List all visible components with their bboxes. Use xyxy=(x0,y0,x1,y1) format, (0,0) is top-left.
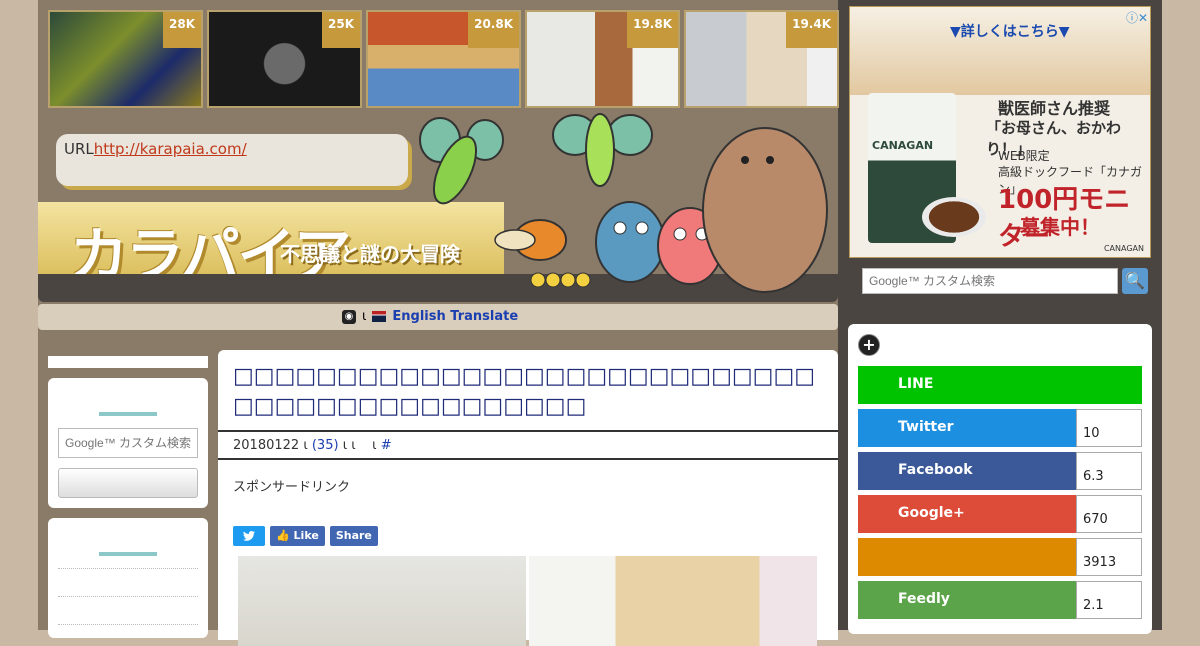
share-row-facebook[interactable]: Facebook 6.3 xyxy=(858,452,1142,490)
view-count: 28K xyxy=(163,12,201,48)
sidebar-top-strip xyxy=(48,356,208,368)
article-image-right xyxy=(529,556,817,646)
chick-mascots xyxy=(530,272,591,288)
share-label[interactable]: Twitter xyxy=(858,409,1076,447)
sidebar-divider xyxy=(58,568,198,569)
twitter-share-button[interactable] xyxy=(233,526,265,546)
share-count: 10 xyxy=(1076,409,1142,447)
share-count: 6.3 xyxy=(1076,452,1142,490)
search-button[interactable]: 🔍 xyxy=(1122,268,1148,294)
orange-bird-mascot xyxy=(494,219,567,261)
article: □□□□□□□□□□□□□□□□□□□□□□□□□□□□□□□□□□□□□□□□… xyxy=(218,350,838,646)
article-image-left xyxy=(238,556,526,646)
share-label[interactable] xyxy=(858,538,1076,576)
article-share-buttons: 👍 Like Share xyxy=(233,526,378,546)
ad-logo-small: CANAGAN xyxy=(1103,244,1144,253)
sidebar-heading-line xyxy=(99,412,157,416)
butterfly-mascot-left xyxy=(419,117,504,205)
share-row-line[interactable]: LINE xyxy=(858,366,1142,404)
translate-bar: ◉ ι English Translate xyxy=(38,304,838,330)
share-row-twitter[interactable]: Twitter 10 xyxy=(858,409,1142,447)
ad-text-3: WEB限定 xyxy=(998,149,1050,163)
url-bubble: URLhttp://karapaia.com/ xyxy=(56,134,408,186)
view-count: 20.8K xyxy=(468,12,519,48)
thumbs-up-icon: 👍 xyxy=(276,529,290,542)
mascot-illustration xyxy=(419,113,828,293)
share-label[interactable]: LINE xyxy=(858,366,1142,404)
advertisement-banner[interactable]: ▼詳しくはこちら▼ ⓘ✕ CANAGAN 獣医師さん推奨 「お母さん、おかわり！… xyxy=(849,6,1151,258)
ad-close-icon[interactable]: ⓘ✕ xyxy=(1126,9,1148,26)
meta-separator: ι xyxy=(303,438,308,453)
share-count: 2.1 xyxy=(1076,581,1142,619)
uk-flag-icon xyxy=(372,311,387,322)
thumbnail-4[interactable]: 19.8K xyxy=(525,10,680,108)
sidebar-divider xyxy=(58,624,198,625)
english-translate-link[interactable]: English Translate xyxy=(392,309,518,324)
share-row-feedly[interactable]: Feedly 2.1 xyxy=(858,581,1142,619)
comment-count-link[interactable]: (35) xyxy=(312,438,339,453)
site-url-link[interactable]: http://karapaia.com/ xyxy=(94,140,247,158)
globe-icon[interactable]: ◉ xyxy=(342,309,356,324)
sidebar-divider xyxy=(58,596,198,597)
butterfly-mascot-center xyxy=(552,113,653,187)
article-title[interactable]: □□□□□□□□□□□□□□□□□□□□□□□□□□□□□□□□□□□□□□□□… xyxy=(233,362,823,422)
sidebar-search-input[interactable] xyxy=(58,428,198,458)
sidebar-box-2 xyxy=(48,518,208,638)
meta-separator: ι xyxy=(372,438,377,453)
meta-separator: ι ι xyxy=(342,438,356,453)
like-label: Like xyxy=(293,529,319,542)
share-row-hatena[interactable]: 3913 xyxy=(858,538,1142,576)
share-count: 670 xyxy=(1076,495,1142,533)
share-label[interactable]: Facebook xyxy=(858,452,1076,490)
sponsored-link-label: スポンサードリンク xyxy=(233,480,351,495)
ad-headline-1: 獣医師さん推奨 xyxy=(998,99,1111,118)
facebook-like-button[interactable]: 👍 Like xyxy=(270,526,325,546)
sidebar-search-button[interactable] xyxy=(58,468,198,498)
share-row-google-[interactable]: Google+ 670 xyxy=(858,495,1142,533)
ad-recruiting: 募集中！ xyxy=(1020,215,1100,239)
facebook-share-button[interactable]: Share xyxy=(329,526,378,546)
thumbnail-1[interactable]: 28K xyxy=(48,10,203,108)
tag-link[interactable]: # xyxy=(381,438,392,453)
url-label: URL xyxy=(64,140,94,158)
view-count: 19.4K xyxy=(786,12,837,48)
blue-bird-mascot xyxy=(595,201,665,283)
search-icon: 🔍 xyxy=(1125,271,1145,290)
food-bowl-image xyxy=(922,197,986,237)
share-count: 3913 xyxy=(1076,538,1142,576)
share-label[interactable]: Feedly xyxy=(858,581,1076,619)
thumbnail-2[interactable]: 25K xyxy=(207,10,362,108)
translate-separator: ι xyxy=(362,309,367,324)
ad-brand: CANAGAN xyxy=(872,139,934,152)
thumbnail-3[interactable]: 20.8K xyxy=(366,10,521,108)
article-meta: 20180122 ι (35) ι ι ι # xyxy=(218,430,838,460)
article-date: 20180122 xyxy=(233,438,300,453)
view-count: 19.8K xyxy=(627,12,678,48)
share-label[interactable]: Google+ xyxy=(858,495,1076,533)
sidebar-heading-line xyxy=(99,552,157,556)
ad-details-link[interactable]: ▼詳しくはこちら▼ xyxy=(950,21,1070,41)
thumbnail-5[interactable]: 19.4K xyxy=(684,10,839,108)
view-count: 25K xyxy=(322,12,360,48)
brown-blob-mascot xyxy=(702,127,828,293)
plus-icon[interactable]: + xyxy=(858,334,880,356)
popular-thumbnails: 28K 25K 20.8K 19.8K 19.4K xyxy=(48,10,839,108)
right-search-input[interactable] xyxy=(862,268,1118,294)
twitter-bird-icon xyxy=(243,531,255,541)
